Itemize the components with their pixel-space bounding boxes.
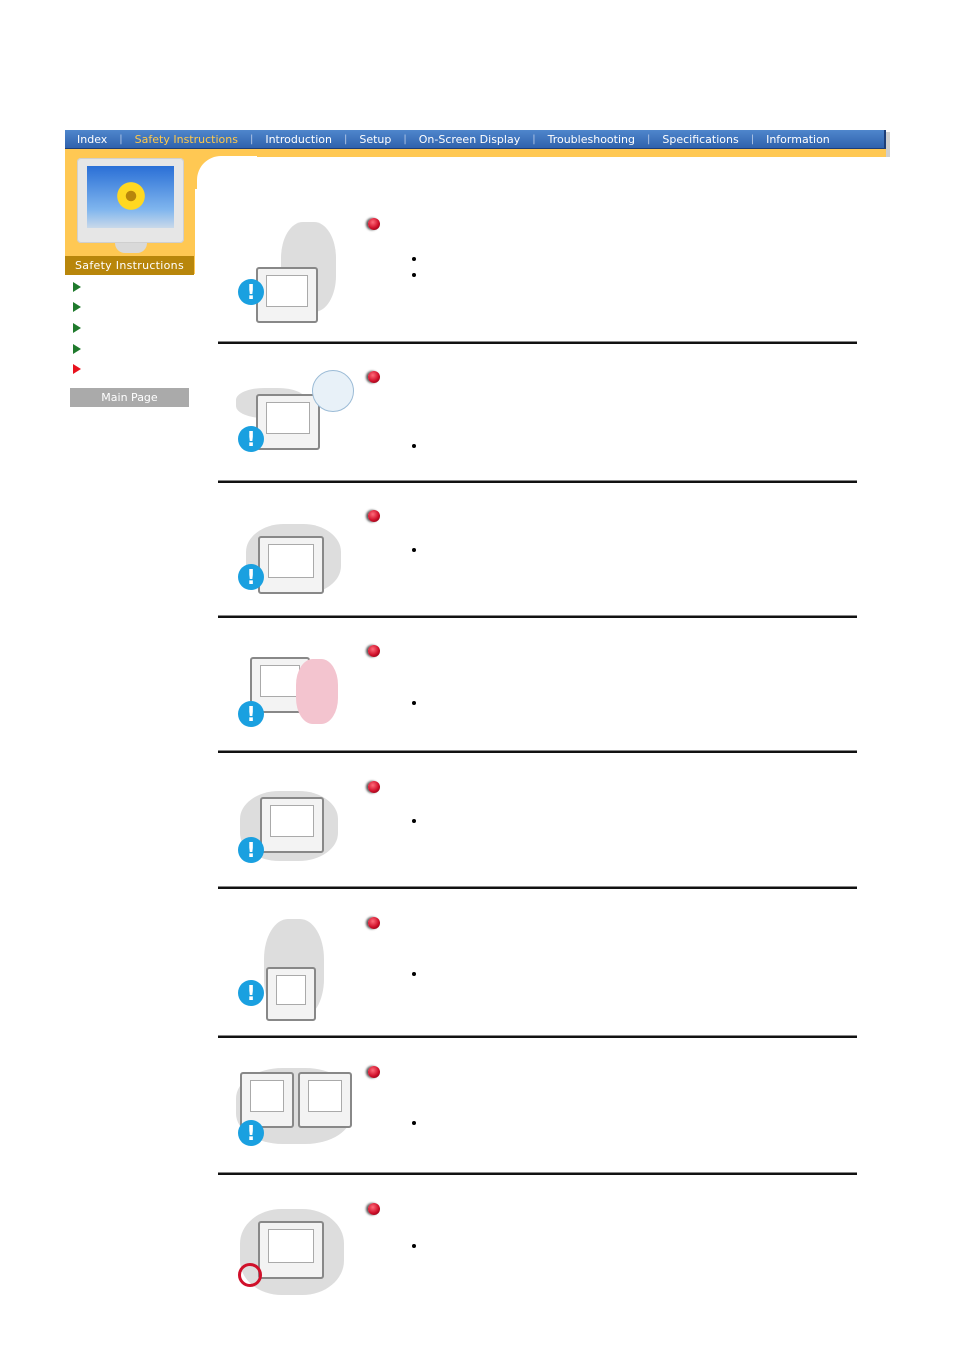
safety-section: ! — [218, 1064, 857, 1170]
red-ball-icon — [368, 510, 380, 522]
nav-index[interactable]: Index — [65, 130, 119, 149]
bullet — [412, 701, 416, 705]
main-page-button[interactable]: Main Page — [70, 388, 189, 407]
bullet — [412, 273, 416, 277]
bullet — [412, 1121, 416, 1125]
red-ball-icon — [368, 218, 380, 230]
section-divider — [218, 480, 857, 483]
man-pointing-at-monitor-illustration: ! — [236, 217, 346, 327]
red-arrow-icon[interactable] — [73, 364, 81, 374]
safety-section: ! — [218, 215, 857, 340]
content-corner — [194, 149, 257, 216]
monitors-cable-pull-illustration: ! — [236, 1068, 352, 1178]
navbar-shadow — [886, 132, 890, 157]
safety-section: ! — [218, 915, 857, 1033]
bullet — [412, 819, 416, 823]
section-divider — [218, 886, 857, 889]
warning-icon: ! — [238, 837, 264, 863]
safety-section: ! — [218, 643, 857, 748]
section-divider — [218, 341, 857, 344]
warning-icon: ! — [238, 980, 264, 1006]
section-divider — [218, 750, 857, 753]
nav-introduction[interactable]: Introduction — [253, 130, 344, 149]
green-arrow-icon[interactable] — [73, 302, 81, 312]
screwdriver-shock-illustration — [236, 1201, 346, 1311]
spray-near-monitor-illustration: ! — [236, 787, 346, 897]
safety-section: ! — [218, 368, 857, 478]
section-divider — [218, 1035, 857, 1038]
nav-setup[interactable]: Setup — [347, 130, 403, 149]
warning-icon: ! — [238, 701, 264, 727]
bullet — [412, 972, 416, 976]
sidebar-title: Safety Instructions — [65, 256, 194, 275]
red-ball-icon — [368, 371, 380, 383]
section-divider — [218, 615, 857, 618]
nav-specifications[interactable]: Specifications — [650, 130, 750, 149]
bullet — [412, 444, 416, 448]
bullet — [412, 1244, 416, 1248]
monitor-image — [77, 158, 184, 256]
bullet — [412, 548, 416, 552]
red-ball-icon — [368, 781, 380, 793]
red-ball-icon — [368, 1203, 380, 1215]
red-ball-icon — [368, 1066, 380, 1078]
red-ball-icon — [368, 917, 380, 929]
monitor-unplug-power-illustration: ! — [236, 368, 354, 478]
warning-icon: ! — [238, 1120, 264, 1146]
nav-safety-instructions[interactable]: Safety Instructions — [123, 130, 250, 149]
woman-near-monitor-illustration: ! — [236, 653, 346, 763]
green-arrow-icon[interactable] — [73, 282, 81, 292]
bullet — [412, 257, 416, 261]
monitor-lifted-by-cable-illustration: ! — [236, 917, 346, 1027]
nav-information[interactable]: Information — [754, 130, 842, 149]
objects-on-monitor-illustration: ! — [236, 514, 346, 624]
no-touch-icon — [238, 1263, 262, 1287]
safety-section: ! — [218, 779, 857, 884]
warning-icon: ! — [238, 426, 264, 452]
warning-icon: ! — [238, 279, 264, 305]
safety-section: ! — [218, 508, 857, 613]
warning-icon: ! — [238, 564, 264, 590]
top-navigation: Index | Safety Instructions | Introduction… — [65, 130, 886, 149]
section-divider — [218, 1172, 857, 1175]
nav-troubleshooting[interactable]: Troubleshooting — [536, 130, 647, 149]
nav-on-screen-display[interactable]: On-Screen Display — [407, 130, 532, 149]
green-arrow-icon[interactable] — [73, 344, 81, 354]
safety-section — [218, 1201, 857, 1301]
red-ball-icon — [368, 645, 380, 657]
green-arrow-icon[interactable] — [73, 323, 81, 333]
